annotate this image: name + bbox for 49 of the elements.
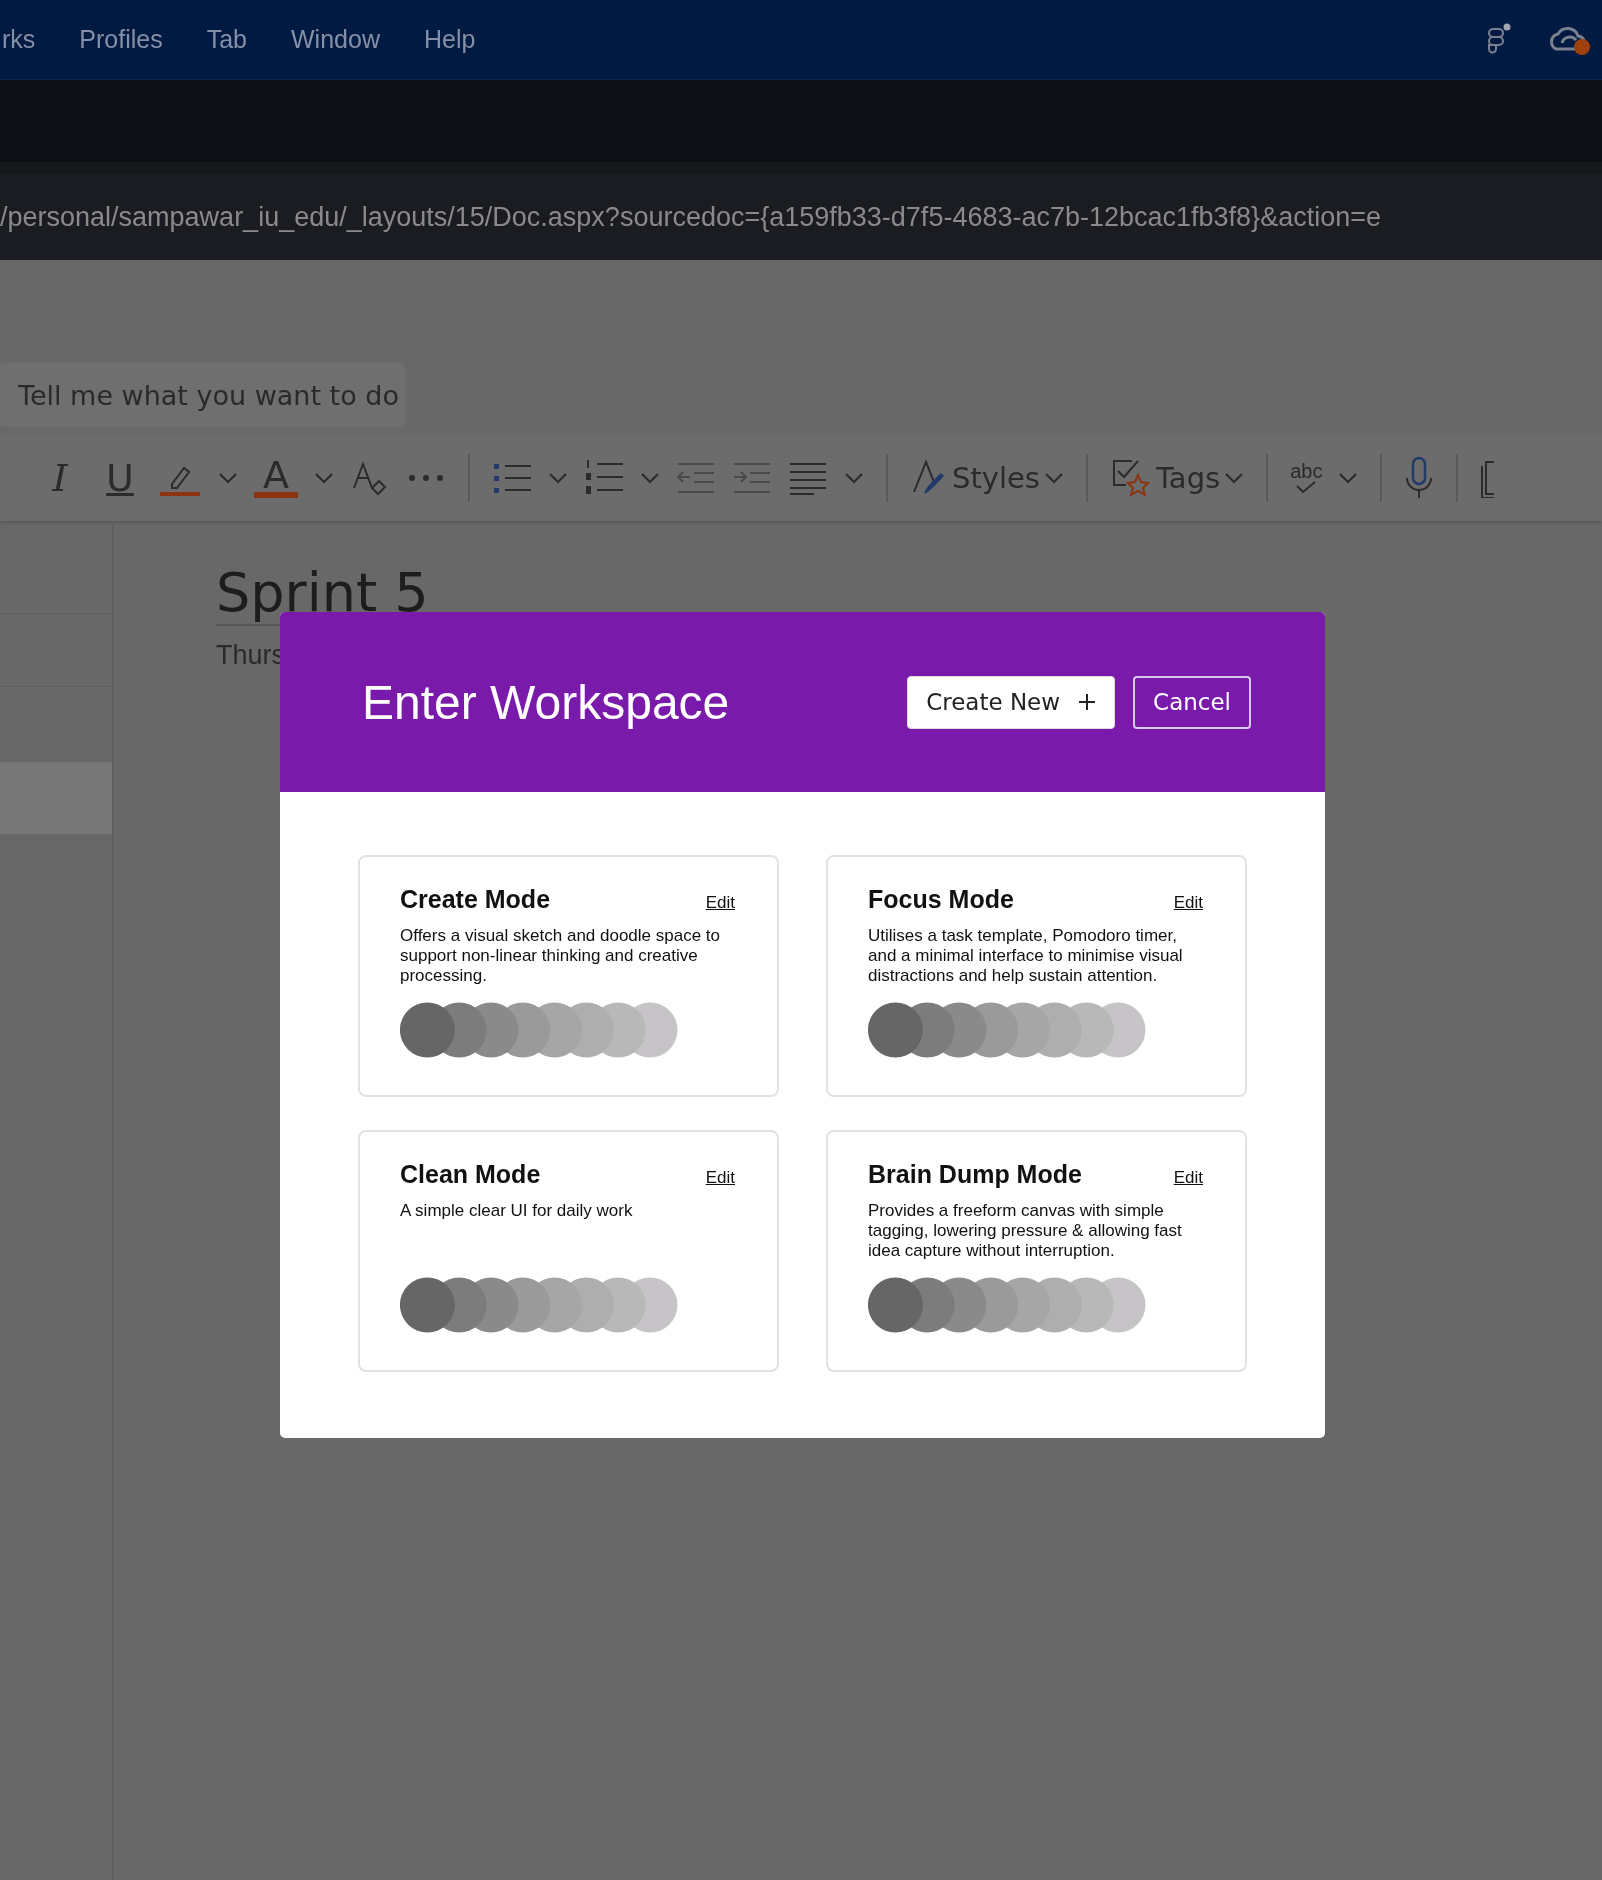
menu-item[interactable]: Profiles — [79, 25, 163, 54]
mode-description: Offers a visual sketch and doodle space to support non-linear thinking and creative processing. — [400, 926, 722, 986]
chevron-down-icon[interactable] — [1338, 472, 1359, 484]
cancel-button[interactable]: Cancel — [1133, 675, 1251, 729]
chevron-down-icon — [1043, 472, 1064, 484]
mode-card[interactable]: Clean Mode Edit A simple clear UI for daily work — [358, 1130, 779, 1372]
chevron-down-icon[interactable] — [548, 472, 568, 484]
decrease-indent-icon[interactable] — [676, 461, 716, 495]
mode-card[interactable]: Focus Mode Edit Utilises a task template, Pomodoro timer, and a minimal interface to minimise visual distractions and help sustain attention. — [826, 855, 1247, 1097]
mode-card[interactable]: Brain Dump Mode Edit Provides a freeform canvas with simple tagging, lowering pressure & allowing fast idea capture without interruption. — [826, 1130, 1247, 1372]
chevron-down-icon[interactable] — [640, 472, 660, 484]
edit-link[interactable]: Edit — [705, 893, 735, 913]
microphone-icon[interactable] — [1404, 456, 1435, 500]
chevron-down-icon — [1224, 472, 1245, 484]
align-icon[interactable] — [788, 461, 828, 495]
mode-description: Provides a freeform canvas with simple tagging, lowering pressure & allowing fast idea capture without interruption. — [868, 1201, 1183, 1261]
chevron-down-icon[interactable] — [218, 472, 238, 484]
dialog-title: Enter Workspace — [362, 674, 730, 730]
edit-link[interactable]: Edit — [1173, 1168, 1203, 1188]
figma-icon[interactable] — [1486, 22, 1512, 57]
search-field[interactable]: Tell me what you want to do — [0, 363, 405, 427]
chevron-down-icon[interactable] — [844, 472, 864, 484]
more-icon[interactable] — [406, 473, 446, 483]
page-icon[interactable] — [1480, 458, 1495, 498]
mode-card[interactable]: Create Mode Edit Offers a visual sketch and doodle space to support non-linear thinking and creative processing. — [358, 855, 779, 1097]
edit-link[interactable]: Edit — [705, 1168, 735, 1188]
mode-description: Utilises a task template, Pomodoro timer, and a minimal interface to minimise visual distractions and help sustain attention. — [868, 926, 1184, 986]
chevron-down-icon[interactable] — [314, 472, 334, 484]
increase-indent-icon[interactable] — [732, 461, 772, 495]
mode-title: Create Mode — [400, 885, 551, 914]
numbered-list-icon[interactable] — [584, 459, 624, 497]
menu-item[interactable]: Tab — [206, 25, 247, 54]
menu-item[interactable]: Help — [423, 25, 476, 54]
tags-button[interactable]: Tags — [1109, 457, 1245, 499]
styles-button[interactable]: Styles — [910, 458, 1064, 498]
create-new-button[interactable]: Create New — [907, 675, 1116, 729]
bullet-list-icon[interactable] — [492, 461, 532, 495]
mode-title: Focus Mode — [868, 885, 1014, 914]
mode-description: A simple clear UI for daily work — [400, 1201, 634, 1222]
font-color-button[interactable]: A — [254, 458, 298, 498]
menu-item[interactable]: Window — [291, 25, 380, 54]
spelling-button[interactable]: abc — [1290, 461, 1323, 495]
underline-button[interactable]: U — [98, 456, 142, 500]
plus-icon — [1078, 693, 1097, 711]
italic-button[interactable]: I — [38, 456, 82, 500]
menu-item[interactable]: rks — [2, 25, 36, 54]
mode-title: Brain Dump Mode — [868, 1160, 1082, 1189]
mode-title: Clean Mode — [400, 1160, 541, 1189]
edit-link[interactable]: Edit — [1173, 893, 1203, 913]
